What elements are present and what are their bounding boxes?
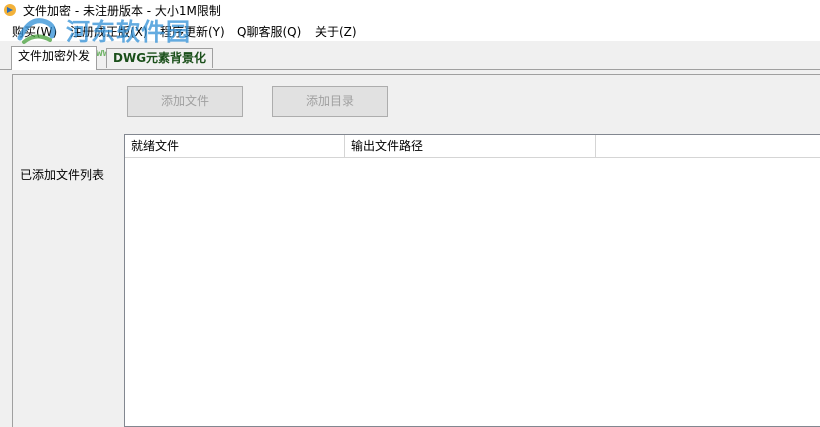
menu-register[interactable]: 注册成正版(X) xyxy=(68,23,150,40)
tab-file-encrypt[interactable]: 文件加密外发 xyxy=(11,46,98,70)
menu-buy[interactable]: 购买(W) xyxy=(10,23,59,40)
window-title: 文件加密 - 未注册版本 - 大小1M限制 xyxy=(23,3,221,18)
menu-support[interactable]: Q聊客服(Q) xyxy=(235,23,303,40)
add-directory-button[interactable]: 添加目录 xyxy=(272,86,388,117)
file-list-table[interactable]: 就绪文件 输出文件路径 xyxy=(124,134,820,427)
app-logo-icon xyxy=(4,4,16,16)
column-ready-files[interactable]: 就绪文件 xyxy=(125,135,345,157)
title-bar: 文件加密 - 未注册版本 - 大小1M限制 xyxy=(0,0,820,20)
column-empty[interactable] xyxy=(596,135,820,157)
tab-divider xyxy=(0,69,820,70)
menu-about[interactable]: 关于(Z) xyxy=(313,23,359,40)
column-output-path[interactable]: 输出文件路径 xyxy=(345,135,596,157)
menu-bar: 购买(W) 注册成正版(X) 程序更新(Y) Q聊客服(Q) 关于(Z) xyxy=(0,20,820,42)
add-file-button[interactable]: 添加文件 xyxy=(127,86,243,117)
tab-dwg-background[interactable]: DWG元素背景化 xyxy=(106,48,214,68)
menu-update[interactable]: 程序更新(Y) xyxy=(158,23,227,40)
table-header: 就绪文件 输出文件路径 xyxy=(125,135,820,158)
file-list-label: 已添加文件列表 xyxy=(20,168,105,182)
